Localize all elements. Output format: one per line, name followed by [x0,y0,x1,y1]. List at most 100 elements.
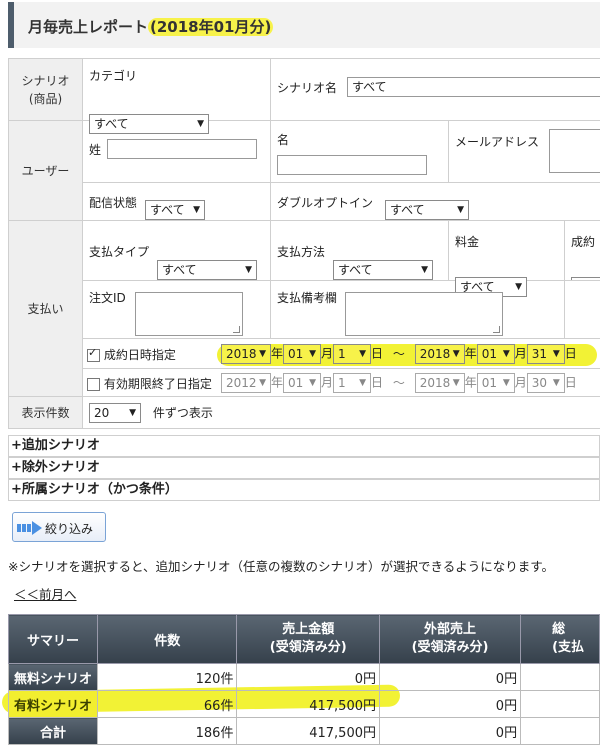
payment-label: 支払い [8,220,83,397]
exp-from-year-value: 2012 [226,376,257,390]
email-input[interactable] [549,129,600,173]
fee-label: 料金 [455,235,480,249]
arrow-right-icon [17,521,42,535]
scenario-name-cell: シナリオ名 すべて [269,58,600,121]
scenario-note: ※シナリオを選択すると、追加シナリオ（任意の複数のシナリオ）が選択できるようにな… [8,559,554,574]
exp-from-year-select[interactable]: 2012 ▼ [221,373,271,393]
header-summary: サマリー [26,633,79,649]
chevron-down-icon: ▼ [502,378,510,388]
row-label-text: 無料シナリオ [13,671,92,687]
header-sales: 売上金額 (受領済み分) [269,622,347,655]
from-year-select[interactable]: 2018 ▼ [221,344,271,364]
display-count-suffix: 件ずつ表示 [152,405,213,420]
table-row: 無料シナリオ 120件 0円 0円 [8,663,600,691]
exp-to-day-select[interactable]: 30 ▼ [526,373,565,393]
display-count-label: 表示件数 [8,396,83,429]
payment-type-select[interactable]: すべて ▼ [157,259,257,280]
chevron-down-icon: ▼ [259,378,266,388]
prev-month-link[interactable]: ＜＜前月へ [14,584,77,603]
display-count-label-text: 表示件数 [21,406,70,420]
table-row: 合計 186件 417,500円 0円 [8,717,600,745]
chevron-down-icon: ▼ [309,349,317,359]
payment-type-cell: 支払タイプ すべて ▼ [82,220,271,281]
scenario-name-input[interactable]: すべて [347,77,600,97]
narrow-button[interactable]: 絞り込み [12,512,106,542]
email-cell: メールアドレス [447,120,600,183]
first-name-input[interactable] [277,155,427,175]
exp-from-day-select[interactable]: 1 ▼ [333,373,372,393]
from-day-value: 1 [338,347,346,361]
chevron-down-icon: ▼ [245,264,252,275]
chevron-down-icon: ▼ [552,378,560,388]
range-tilde: ～ [392,346,405,361]
success-col-cell: 成約 すべ [563,220,600,281]
row-count: 66件 [96,690,238,718]
month-unit: 月 [514,346,527,361]
email-label: メールアドレス [455,135,540,149]
payment-method-label: 支払方法 [277,245,326,259]
first-name-cell: 名 [270,120,449,183]
exp-from-month-value: 01 [288,376,304,390]
exclude-scenario-toggle[interactable]: +除外シナリオ [8,457,600,479]
chevron-down-icon: ▼ [457,204,464,215]
display-count-control: 20 ▼ 件ずつ表示 [89,403,213,423]
display-count-select[interactable]: 20 ▼ [89,403,141,423]
delivery-select-value: すべて [150,202,185,217]
header-external: 外部売上 (受領済み分) [411,622,489,655]
summary-table: サマリー 件数 売上金額 (受領済み分) 外部売上 (受領済み分) 総 (支払 … [8,614,600,745]
scenario-name-label: シナリオ名 [277,81,338,95]
double-optin-cell: ダブルオプトイン すべて ▼ [269,182,600,221]
category-cell: カテゴリ すべて ▼ [82,58,271,134]
year-unit: 年 [464,375,477,390]
success-date-label: 成約日時指定 [103,348,176,362]
year-unit: 年 [464,346,477,361]
exp-to-month-value: 01 [481,376,498,390]
day-unit: 日 [371,375,384,390]
scenario-label-text: シナリオ (商品) [21,73,70,106]
table-row: 有料シナリオ 66件 417,500円 0円 [8,690,600,718]
from-month-value: 01 [288,347,304,361]
total-payment-header: 総 (支払 [520,614,600,664]
success-date-checkbox[interactable] [87,346,100,362]
expiry-date-row: 有効期限終了日指定 2012 ▼ 年 01 ▼ 月 1 ▼ 日 ～ 2018 ▼ 年 01 ▼ 月 30 ▼ 日 [81,368,600,397]
payment-method-select[interactable]: すべて ▼ [333,259,433,280]
last-name-input[interactable] [107,139,257,159]
row-external: 0円 [378,663,522,691]
order-id-textarea[interactable] [135,292,243,336]
to-year-select[interactable]: 2018 ▼ [414,344,465,364]
exp-to-year-select[interactable]: 2018 ▼ [414,373,465,393]
member-scenario-toggle[interactable]: +所属シナリオ（かつ条件） [8,479,600,501]
range-tilde: ～ [392,375,405,390]
row-count: 120件 [96,663,238,691]
add-scenario-toggle[interactable]: +追加シナリオ [8,435,600,457]
last-name-label: 姓 [89,143,102,157]
exclude-scenario-text: +除外シナリオ [11,460,100,475]
exp-from-month-select[interactable]: 01 ▼ [283,373,322,393]
month-unit: 月 [514,375,527,390]
payment-type-label: 支払タイプ [89,245,150,259]
user-label: ユーザー [8,120,83,221]
chevron-down-icon: ▼ [359,378,367,388]
filter-table: シナリオ (商品) カテゴリ すべて ▼ シナリオ名 すべて ユーザー 姓 名 メ… [8,58,600,429]
row-count: 186件 [96,717,238,745]
expiry-date-label: 有効期限終了日指定 [103,377,212,391]
success-date-row: 成約日時指定 2018▼年01▼月1▼日 ～ 2018▼年01▼月31▼日 [81,338,600,369]
delivery-select[interactable]: すべて ▼ [145,199,205,220]
scenario-label: シナリオ (商品) [8,58,83,121]
header-count: 件数 [154,633,181,649]
from-month-select[interactable]: 01 ▼ [283,344,322,364]
payment-type-value: すべて [162,262,197,277]
double-optin-select[interactable]: すべて ▼ [385,199,469,220]
category-label: カテゴリ [89,69,138,83]
exp-to-month-select[interactable]: 01 ▼ [476,373,515,393]
delivery-cell: 配信状態 すべて ▼ [82,182,271,221]
chevron-down-icon: ▼ [421,264,428,275]
expiry-date-checkbox[interactable] [87,378,100,391]
from-day-select[interactable]: 1 ▼ [333,344,372,364]
memo-textarea[interactable] [345,292,503,336]
to-month-select[interactable]: 01 ▼ [476,344,515,364]
to-day-select[interactable]: 31 ▼ [526,344,565,364]
chevron-down-icon: ▼ [259,349,266,359]
expiry-date-filter: 有効期限終了日指定 [87,375,212,392]
last-name-cell: 姓 [82,120,271,183]
